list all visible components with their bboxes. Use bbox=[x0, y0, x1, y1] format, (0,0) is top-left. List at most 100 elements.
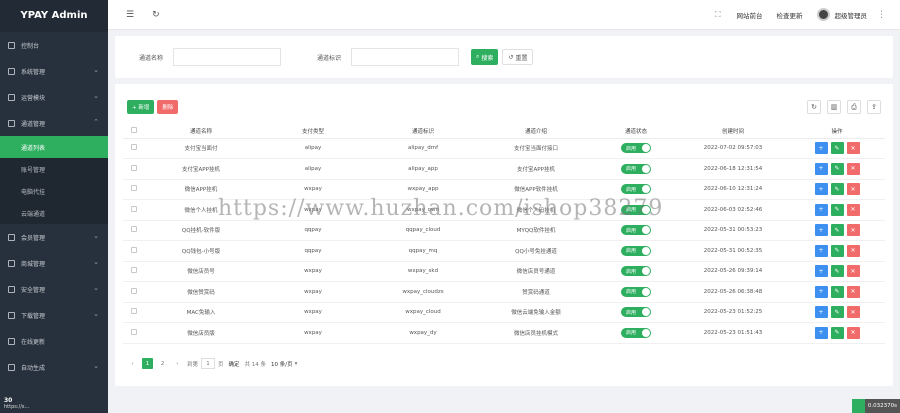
status-toggle[interactable]: 启用 bbox=[621, 327, 651, 338]
delete-row-button[interactable]: ✕ bbox=[846, 326, 860, 339]
export-icon[interactable]: ⇪ bbox=[867, 100, 881, 114]
sidebar-subitem-cloud-channel[interactable]: 云端通道 bbox=[0, 202, 108, 224]
status-toggle[interactable]: 启用 bbox=[621, 307, 651, 318]
sidebar-item-members[interactable]: 会员管理 ⌄ bbox=[0, 224, 108, 250]
edit-button[interactable]: ✎ bbox=[830, 285, 844, 298]
row-select[interactable] bbox=[123, 261, 145, 282]
refresh-icon[interactable]: ↻ bbox=[807, 100, 821, 114]
sidebar-subitem-pc-hosting[interactable]: 电脑代挂 bbox=[0, 180, 108, 202]
sidebar-subitem-channel-list[interactable]: 通道列表 bbox=[0, 136, 108, 158]
more-icon[interactable]: ⋮ bbox=[877, 10, 886, 20]
sidebar-item-shop[interactable]: 商城管理 ⌄ bbox=[0, 250, 108, 276]
view-button[interactable]: + bbox=[814, 244, 828, 257]
checkbox[interactable] bbox=[131, 308, 137, 315]
fullscreen-icon[interactable]: ⛶ bbox=[715, 10, 721, 20]
view-button[interactable]: + bbox=[814, 183, 828, 196]
view-button[interactable]: + bbox=[814, 142, 828, 155]
checkbox[interactable] bbox=[131, 205, 137, 212]
frontend-link[interactable]: 网站前台 bbox=[737, 10, 763, 20]
sidebar-subitem-accounts[interactable]: 账号管理 bbox=[0, 158, 108, 180]
checkbox[interactable] bbox=[131, 246, 137, 253]
row-select[interactable] bbox=[123, 199, 145, 221]
brand-logo[interactable]: YPAY Admin bbox=[0, 0, 108, 32]
checkbox[interactable] bbox=[131, 226, 137, 233]
edit-button[interactable]: ✎ bbox=[830, 224, 844, 237]
status-toggle[interactable]: 启用 bbox=[621, 163, 651, 174]
checkbox[interactable] bbox=[131, 164, 137, 171]
goto-page-input[interactable]: 1 bbox=[201, 358, 216, 369]
checkbox[interactable] bbox=[131, 185, 137, 192]
view-button[interactable]: + bbox=[814, 162, 828, 175]
sidebar-item-dashboard[interactable]: 控制台 bbox=[0, 32, 108, 58]
refresh-icon[interactable]: ↻ bbox=[152, 10, 160, 20]
avatar[interactable] bbox=[816, 8, 830, 21]
prev-page-icon[interactable]: ‹ bbox=[127, 358, 138, 369]
sidebar-item-downloads[interactable]: 下载管理 ⌄ bbox=[0, 302, 108, 328]
reset-button[interactable]: ↺ 重置 bbox=[502, 49, 534, 65]
checkbox[interactable] bbox=[131, 287, 137, 294]
view-button[interactable]: + bbox=[814, 265, 828, 278]
channel-id-input[interactable] bbox=[351, 48, 460, 66]
search-button[interactable]: ⌕ 搜索 bbox=[471, 49, 499, 65]
view-button[interactable]: + bbox=[814, 203, 828, 216]
status-toggle[interactable]: 启用 bbox=[621, 184, 651, 195]
view-button[interactable]: + bbox=[814, 306, 828, 319]
row-select[interactable] bbox=[123, 322, 145, 344]
row-select[interactable] bbox=[123, 158, 145, 180]
delete-row-button[interactable]: ✕ bbox=[846, 203, 860, 216]
delete-row-button[interactable]: ✕ bbox=[846, 306, 860, 319]
sidebar-item-channels[interactable]: 通道管理 ⌃ bbox=[0, 110, 108, 136]
status-toggle[interactable]: 启用 bbox=[621, 286, 651, 297]
edit-button[interactable]: ✎ bbox=[830, 244, 844, 257]
delete-row-button[interactable]: ✕ bbox=[846, 162, 860, 175]
delete-row-button[interactable]: ✕ bbox=[846, 285, 860, 298]
sidebar-item-update[interactable]: 在线更新 bbox=[0, 328, 108, 354]
sidebar-item-operations[interactable]: 运营模块 ⌄ bbox=[0, 84, 108, 110]
status-toggle[interactable]: 启用 bbox=[621, 245, 651, 256]
delete-row-button[interactable]: ✕ bbox=[846, 265, 860, 278]
edit-button[interactable]: ✎ bbox=[830, 326, 844, 339]
row-select[interactable] bbox=[123, 302, 145, 323]
checkbox[interactable] bbox=[131, 144, 137, 151]
delete-row-button[interactable]: ✕ bbox=[846, 183, 860, 196]
row-select[interactable] bbox=[123, 281, 145, 303]
row-select[interactable] bbox=[123, 179, 145, 200]
sidebar-item-generator[interactable]: 自动生成 ⌄ bbox=[0, 354, 108, 380]
status-toggle[interactable]: 启用 bbox=[621, 204, 651, 215]
view-button[interactable]: + bbox=[814, 224, 828, 237]
status-toggle[interactable]: 启用 bbox=[621, 266, 651, 277]
status-toggle[interactable]: 启用 bbox=[621, 225, 651, 236]
check-update-link[interactable]: 检查更新 bbox=[777, 10, 803, 20]
edit-button[interactable]: ✎ bbox=[830, 265, 844, 278]
view-button[interactable]: + bbox=[814, 285, 828, 298]
header-select-all[interactable] bbox=[123, 124, 145, 139]
columns-icon[interactable]: ▥ bbox=[827, 100, 841, 114]
delete-button[interactable]: 删除 bbox=[157, 100, 179, 114]
view-button[interactable]: + bbox=[814, 326, 828, 339]
edit-button[interactable]: ✎ bbox=[830, 142, 844, 155]
checkbox[interactable] bbox=[131, 126, 137, 133]
next-page-icon[interactable]: › bbox=[172, 358, 183, 369]
edit-button[interactable]: ✎ bbox=[830, 183, 844, 196]
checkbox[interactable] bbox=[131, 328, 137, 335]
user-name[interactable]: 超级管理员 bbox=[835, 10, 868, 20]
edit-button[interactable]: ✎ bbox=[830, 306, 844, 319]
channel-name-input[interactable] bbox=[173, 48, 282, 66]
checkbox[interactable] bbox=[131, 267, 137, 274]
add-button[interactable]: + 新增 bbox=[127, 100, 155, 114]
edit-button[interactable]: ✎ bbox=[830, 203, 844, 216]
delete-row-button[interactable]: ✕ bbox=[846, 142, 860, 155]
goto-confirm-button[interactable]: 确定 bbox=[229, 360, 240, 368]
delete-row-button[interactable]: ✕ bbox=[846, 244, 860, 257]
row-select[interactable] bbox=[123, 240, 145, 262]
print-icon[interactable]: ⎙ bbox=[847, 100, 861, 114]
sidebar-item-system[interactable]: 系统管理 ⌄ bbox=[0, 58, 108, 84]
sidebar-item-security[interactable]: 安全管理 ⌄ bbox=[0, 276, 108, 302]
page-2[interactable]: 2 bbox=[157, 358, 168, 369]
page-1[interactable]: 1 bbox=[142, 358, 153, 369]
per-page-select[interactable]: 10 条/页 bbox=[271, 360, 293, 368]
row-select[interactable] bbox=[123, 220, 145, 241]
edit-button[interactable]: ✎ bbox=[830, 162, 844, 175]
delete-row-button[interactable]: ✕ bbox=[846, 224, 860, 237]
menu-toggle-icon[interactable]: ☰ bbox=[126, 10, 134, 20]
